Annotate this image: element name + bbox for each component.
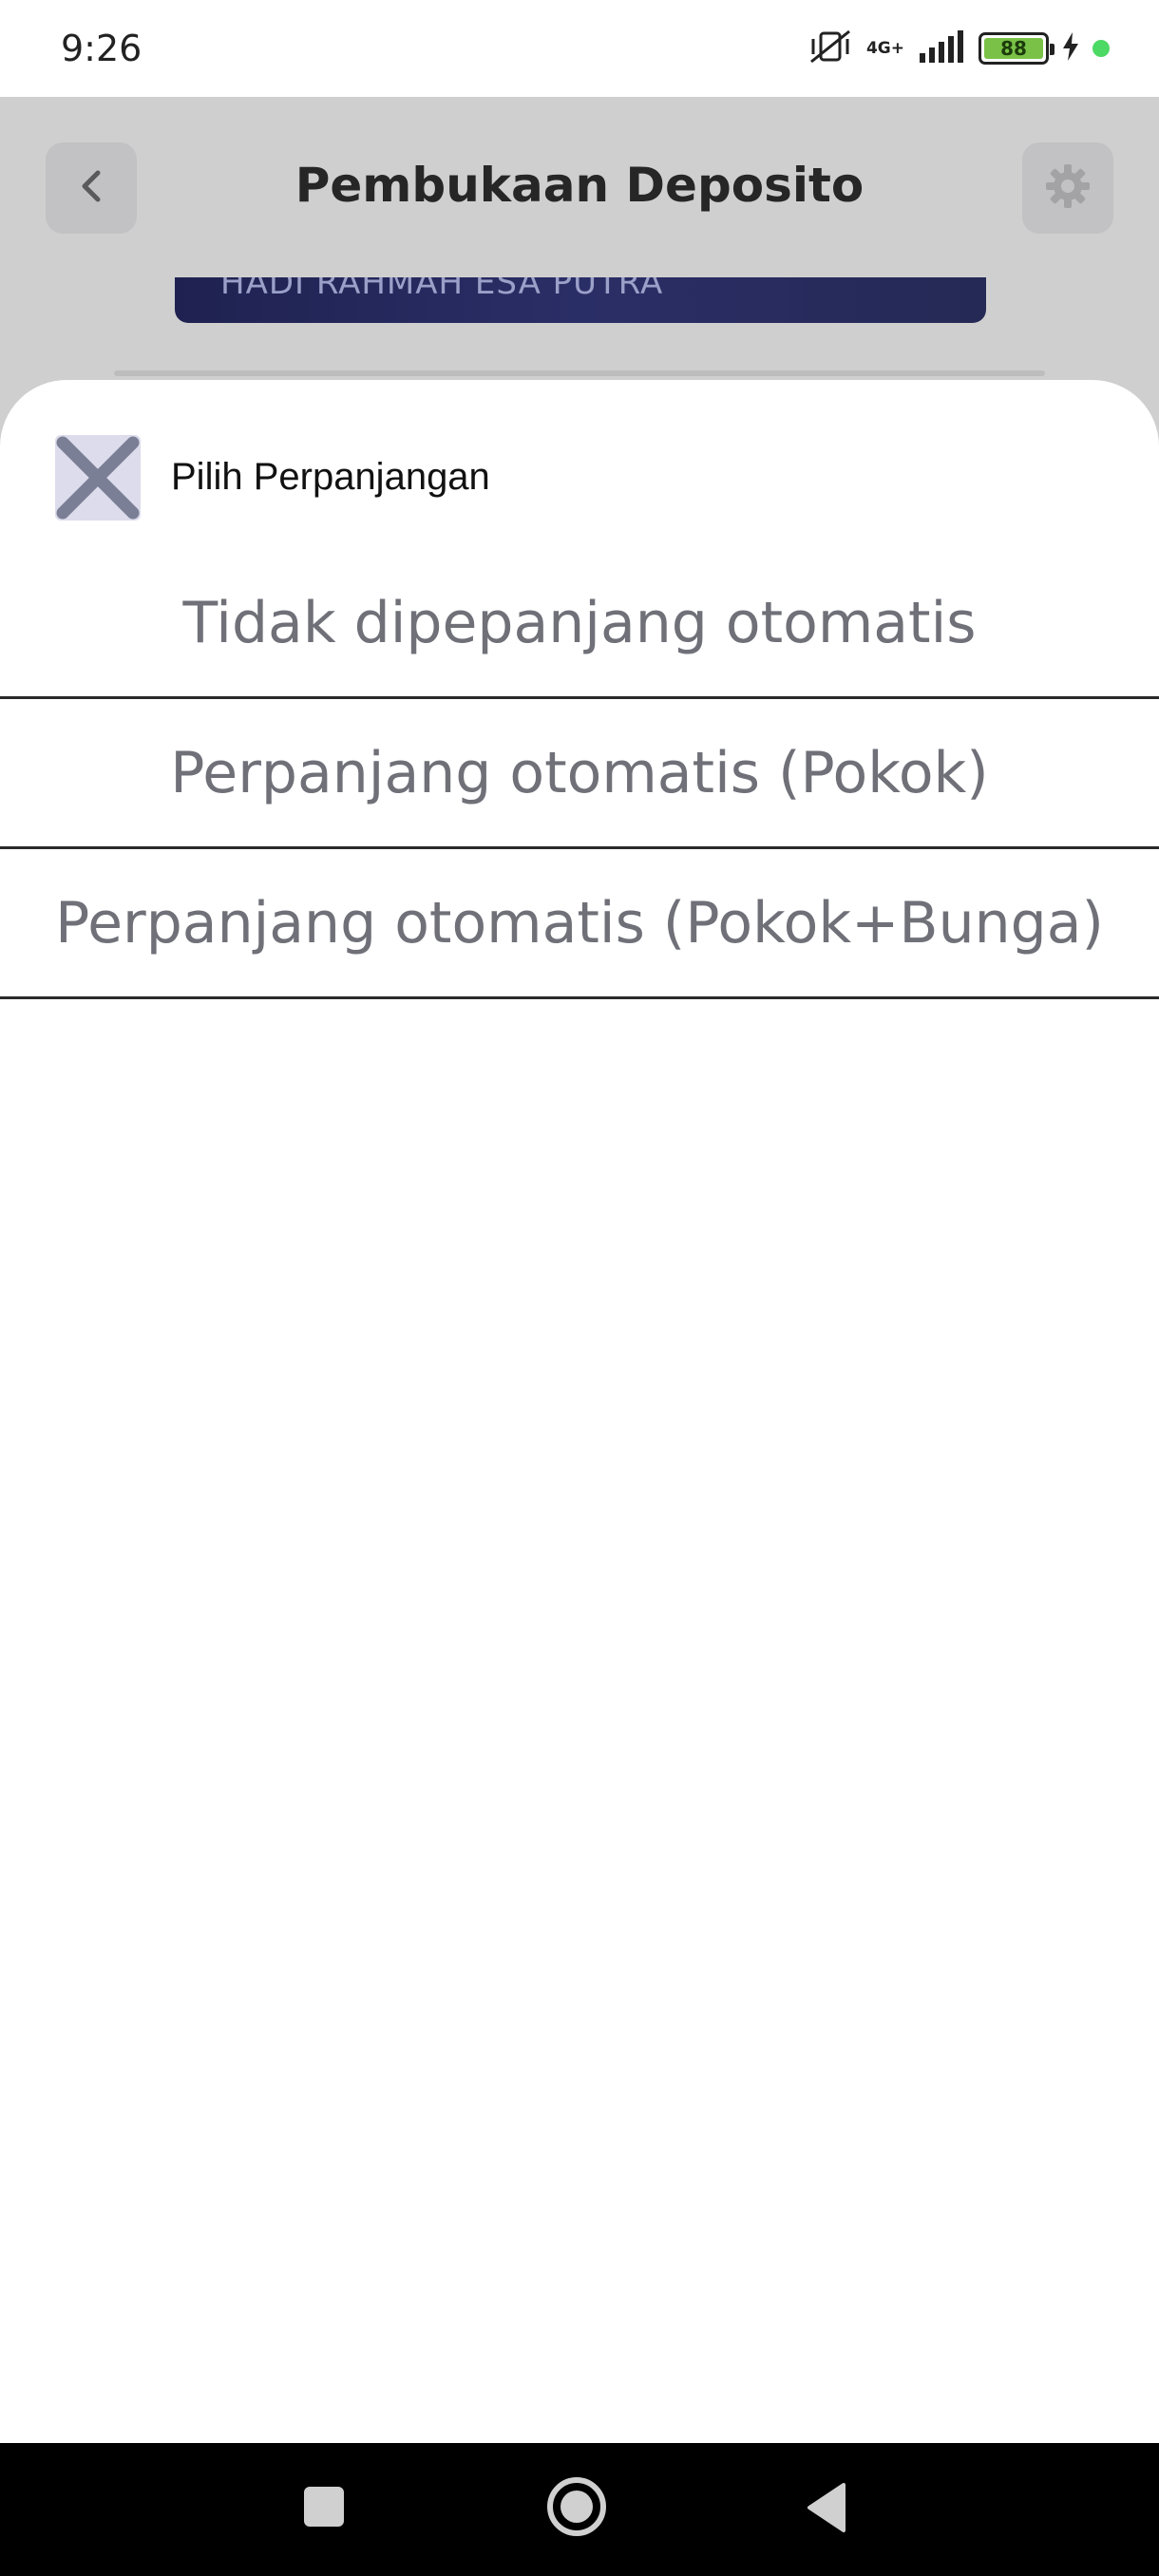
option-no-auto-renew[interactable]: Tidak dipepanjang otomatis: [0, 549, 1159, 699]
option-auto-renew-principal[interactable]: Perpanjang otomatis (Pokok): [0, 699, 1159, 849]
sheet-title: Pilih Perpanjangan: [171, 456, 490, 498]
bottom-sheet: Pilih Perpanjangan Tidak dipepanjang oto…: [0, 380, 1159, 2443]
app-header: Pembukaan Deposito: [0, 97, 1159, 277]
status-bar: 9:26 4G+ 88: [0, 0, 1159, 97]
settings-button[interactable]: [1022, 142, 1113, 234]
signal-icon: [918, 29, 965, 67]
screen: 9:26 4G+ 88 Pembukaan Deposito HADI RAHM…: [0, 0, 1159, 2576]
option-label: Perpanjang otomatis (Pokok): [170, 739, 989, 806]
charging-icon: [1062, 31, 1079, 66]
status-dot-icon: [1092, 40, 1110, 57]
battery-icon: 88: [978, 32, 1054, 65]
account-name: HADI RAHMAH ESA PUTRA: [220, 277, 664, 302]
account-card: HADI RAHMAH ESA PUTRA: [175, 277, 986, 323]
navigation-bar: [0, 2443, 1159, 2576]
close-icon: [55, 436, 141, 524]
option-auto-renew-principal-interest[interactable]: Perpanjang otomatis (Pokok+Bunga): [0, 849, 1159, 999]
back-triangle-icon[interactable]: [804, 2481, 847, 2539]
page-title: Pembukaan Deposito: [294, 158, 864, 213]
divider: [114, 370, 1045, 376]
battery-level: 88: [984, 37, 1043, 60]
gear-icon: [1043, 161, 1092, 216]
home-button[interactable]: [547, 2477, 606, 2536]
mute-vibrate-icon: [808, 28, 853, 70]
status-time: 9:26: [61, 28, 142, 69]
option-label: Tidak dipepanjang otomatis: [182, 589, 977, 656]
home-icon: [560, 2491, 593, 2523]
recents-button[interactable]: [304, 2487, 344, 2527]
close-button[interactable]: [55, 435, 141, 521]
network-type: 4G+: [865, 38, 904, 58]
option-label: Perpanjang otomatis (Pokok+Bunga): [55, 889, 1104, 957]
status-icons: 4G+ 88: [808, 28, 1110, 70]
